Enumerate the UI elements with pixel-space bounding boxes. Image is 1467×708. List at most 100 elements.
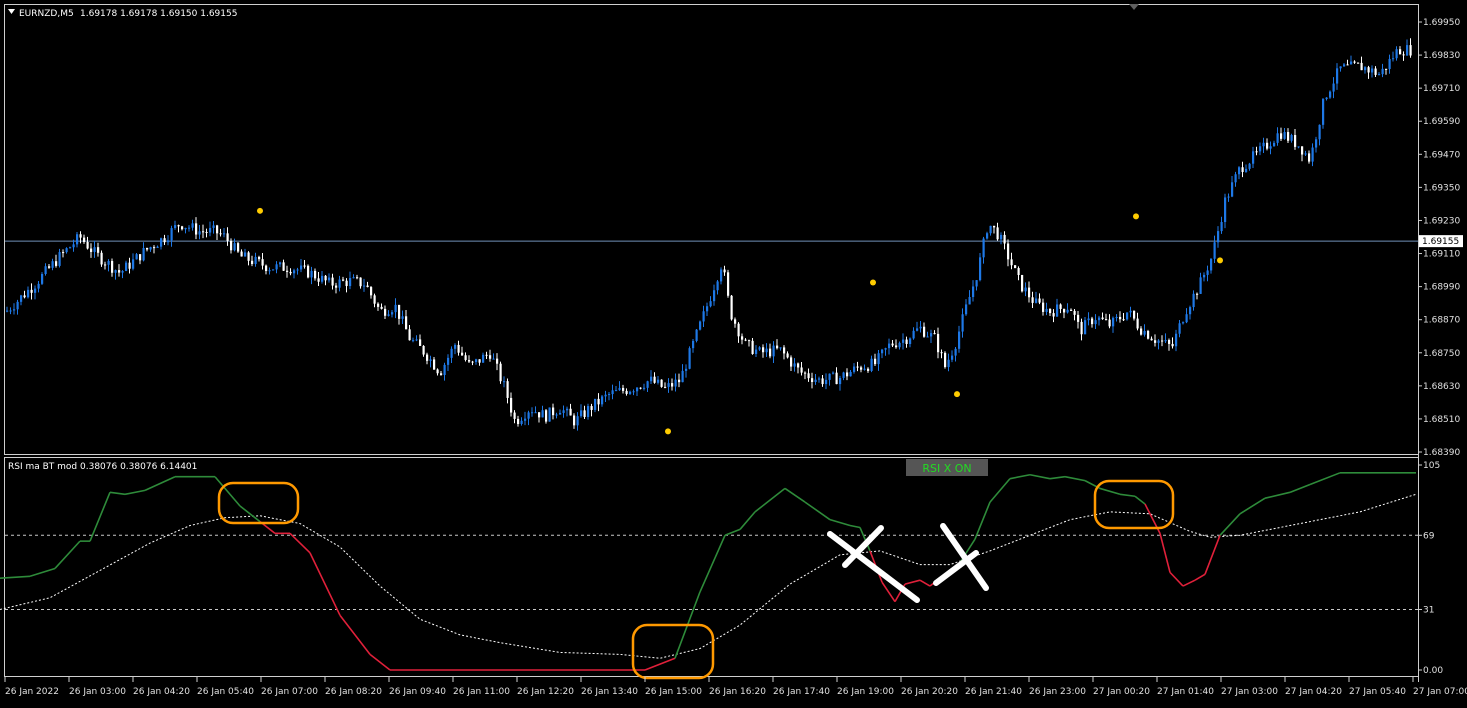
candle-bear (940, 352, 943, 354)
candle-bear (1385, 68, 1388, 70)
candle-bear (545, 410, 548, 422)
rsi-line-segment (1029, 473, 1051, 480)
candle-bull (849, 371, 852, 377)
candle-bull (454, 344, 457, 349)
candle-bear (1049, 308, 1052, 314)
candle-bear (146, 248, 149, 250)
candle-bull (559, 412, 562, 415)
candle-bear (573, 415, 576, 426)
candle-bull (611, 390, 614, 395)
candle-bull (1311, 147, 1314, 162)
signal-dot (870, 279, 876, 286)
candle-bull (6, 310, 9, 312)
chart-window[interactable]: 1.69950 1.69830 1.69710 1.69590 1.69470 1.693… (0, 0, 1467, 704)
candle-bull (706, 306, 709, 312)
candle-bull (1381, 68, 1384, 75)
candle-bear (426, 354, 429, 361)
price-tick-label: 1.69710 (1423, 84, 1460, 94)
rsi-line-segment (804, 501, 831, 521)
candle-bull (902, 339, 905, 343)
candle-bull (76, 234, 79, 245)
candle-bull (1395, 49, 1398, 59)
candle-bull (65, 248, 68, 253)
candle-bear (366, 285, 369, 288)
candle-bull (615, 390, 618, 392)
candle-bear (1136, 318, 1139, 329)
time-tick-label: 26 Jan 03:00 (69, 687, 126, 697)
candle-bull (34, 288, 37, 293)
price-scale: 1.69950 1.69830 1.69710 1.69590 1.69470 1.693… (5, 18, 1463, 458)
candle-bear (821, 378, 824, 385)
candle-bull (1084, 320, 1087, 335)
triangle-down-icon[interactable] (8, 9, 15, 14)
candle-bull (685, 368, 688, 371)
candle-bull (562, 410, 565, 413)
candle-bear (730, 295, 733, 320)
candle-bull (1297, 146, 1300, 148)
rsi-line-segment (1239, 497, 1266, 515)
rsi-line-segment (1159, 533, 1171, 573)
rsi-line-segment (309, 552, 341, 616)
candle-bear (1161, 340, 1164, 342)
rsi-line-segment (974, 501, 991, 540)
candle-bear (265, 265, 268, 271)
candle-bull (244, 252, 247, 257)
candle-bull (702, 311, 705, 322)
rsi-line-segment (1009, 473, 1031, 480)
candle-bull (296, 269, 299, 271)
candle-bear (835, 372, 838, 385)
candle-bull (765, 348, 768, 353)
candle-bull (1199, 277, 1202, 294)
candle-bull (160, 238, 163, 247)
candle-bear (807, 373, 810, 379)
symbol-label: EURNZD,M5 (19, 9, 74, 19)
candle-bull (475, 359, 478, 362)
candle-bull (520, 420, 523, 424)
candle-bear (1021, 274, 1024, 292)
candle-bull (720, 269, 723, 282)
candle-bull (699, 321, 702, 330)
candle-bear (734, 319, 737, 324)
candle-bull (531, 412, 534, 414)
candle-bear (597, 398, 600, 405)
time-tick-label: 26 Jan 15:00 (645, 687, 702, 697)
indicator-title: RSI ma BT mod 0.38076 0.38076 6.14401 (8, 462, 197, 472)
time-tick-label: 27 Jan 05:40 (1349, 687, 1406, 697)
rsi-line-segment (369, 653, 391, 671)
time-tick-label: 27 Jan 03:00 (1221, 687, 1278, 697)
candle-bear (177, 225, 180, 227)
price-tick-label: 1.69830 (1423, 51, 1460, 61)
candle-bull (1388, 58, 1391, 70)
time-tick-label: 26 Jan 21:40 (965, 687, 1022, 697)
chart-shift-icon[interactable] (1129, 4, 1139, 10)
candle-bear (86, 242, 89, 249)
candle-bear (240, 251, 243, 257)
candle-bear (303, 265, 306, 267)
signal-dot (954, 391, 960, 398)
candle-bear (790, 357, 793, 367)
candle-bull (888, 343, 891, 349)
candle-bull (1210, 258, 1213, 271)
candle-bull (1276, 133, 1279, 143)
price-candles (6, 38, 1412, 431)
candle-bull (643, 387, 646, 389)
candle-bull (223, 233, 226, 235)
rsi-line-segment (1119, 493, 1136, 498)
candle-bull (555, 414, 558, 416)
candle-bear (552, 407, 555, 416)
candle-bull (1098, 317, 1101, 321)
candle-bull (695, 329, 698, 341)
candle-bull (958, 331, 961, 349)
candle-bull (107, 261, 110, 265)
candle-bear (436, 369, 439, 374)
candle-bull (1182, 322, 1185, 324)
candle-bear (230, 240, 233, 251)
candle-bear (1360, 62, 1363, 71)
candle-bear (1017, 268, 1020, 275)
candle-bull (972, 286, 975, 297)
chart-canvas[interactable]: 1.69950 1.69830 1.69710 1.69590 1.69470 1.693… (0, 0, 1467, 704)
candle-bear (1133, 310, 1136, 319)
candle-bull (349, 277, 352, 287)
candle-bull (114, 270, 117, 273)
candle-bull (884, 348, 887, 350)
